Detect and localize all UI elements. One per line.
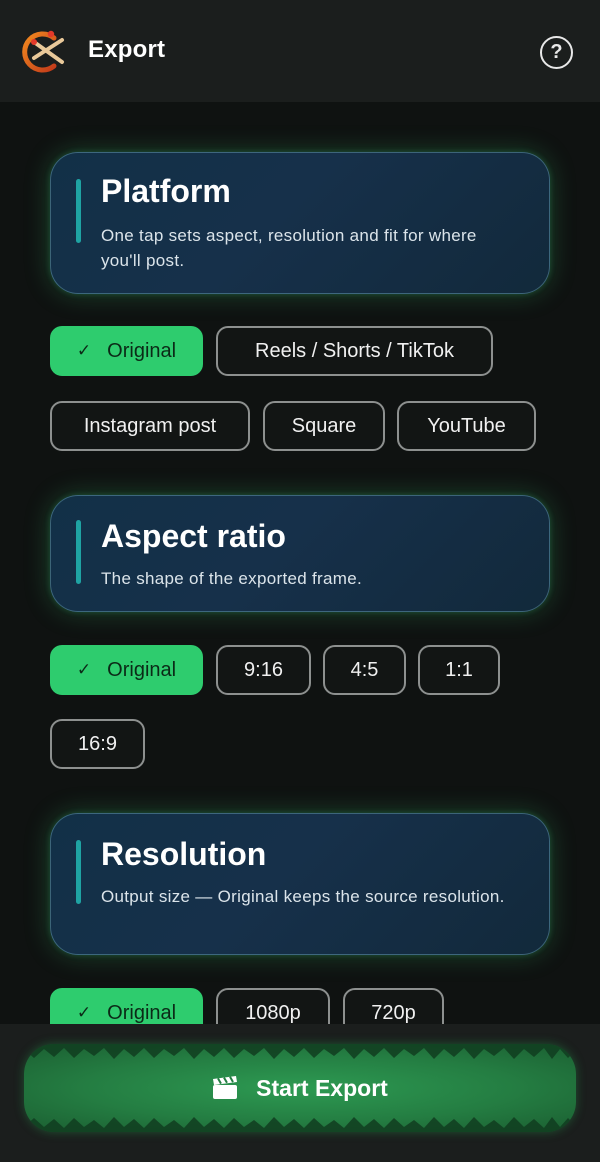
option-label: Square [291,414,357,437]
help-button[interactable]: ? [540,36,573,69]
aspect-option-1-1[interactable]: 1:1 [418,645,500,695]
section-description: One tap sets aspect, resolution and fit … [101,226,477,270]
grass-texture-bottom [24,1117,576,1132]
platform-option-reels[interactable]: Reels / Shorts / TikTok [216,326,493,376]
start-export-label: Start Export [256,1074,388,1101]
page-title: Export [88,36,166,63]
section-accent-bar [76,520,81,584]
app-logo-icon [22,30,64,73]
option-label: 1080p [245,1001,301,1024]
export-options[interactable]: Platform One tap sets aspect, resolution… [0,102,600,1024]
option-label: Original [107,1001,177,1024]
option-label: Reels / Shorts / TikTok [255,339,454,362]
check-icon: ✓ [76,341,92,360]
clapperboard-icon [213,1076,238,1099]
start-export-button[interactable]: Start Export [24,1044,576,1132]
aspect-option-16-9[interactable]: 16:9 [50,719,145,769]
resolution-option-1080p[interactable]: 1080p [216,988,330,1024]
option-label: Instagram post [83,414,217,437]
resolution-option-original[interactable]: ✓ Original [50,988,203,1024]
help-circle-icon: ? [550,41,563,63]
option-label: 4:5 [350,658,379,681]
platform-section-card: Platform One tap sets aspect, resolution… [50,152,550,294]
platform-option-instagram-post[interactable]: Instagram post [50,401,250,451]
aspect-option-9-16[interactable]: 9:16 [216,645,311,695]
option-label: Original [107,339,177,362]
grass-texture-top [24,1044,576,1059]
aspect-option-4-5[interactable]: 4:5 [323,645,406,695]
resolution-section-card: Resolution Output size — Original keeps … [50,813,550,955]
platform-option-original[interactable]: ✓ Original [50,326,203,376]
option-label: YouTube [427,414,506,437]
platform-option-youtube[interactable]: YouTube [397,401,536,451]
section-accent-bar [76,840,81,904]
resolution-option-720p[interactable]: 720p [343,988,444,1024]
option-label: 1:1 [445,658,473,681]
start-export-content: Start Export [212,1075,388,1102]
app-bar: Export ? [0,0,600,102]
section-description: Output size — Original keeps the source … [101,887,505,906]
aspect-ratio-section-card: Aspect ratio The shape of the exported f… [50,495,550,612]
option-label: 9:16 [244,658,283,681]
section-title: Platform [101,173,231,209]
section-accent-bar [76,179,81,243]
aspect-option-original[interactable]: ✓ Original [50,645,203,695]
platform-option-square[interactable]: Square [263,401,385,451]
section-description: The shape of the exported frame. [101,569,362,588]
check-icon: ✓ [76,660,92,679]
option-label: 16:9 [78,732,117,755]
option-label: Original [107,658,177,681]
check-icon: ✓ [76,1003,92,1022]
section-title: Aspect ratio [101,518,286,554]
option-label: 720p [371,1001,416,1024]
section-title: Resolution [101,836,267,872]
